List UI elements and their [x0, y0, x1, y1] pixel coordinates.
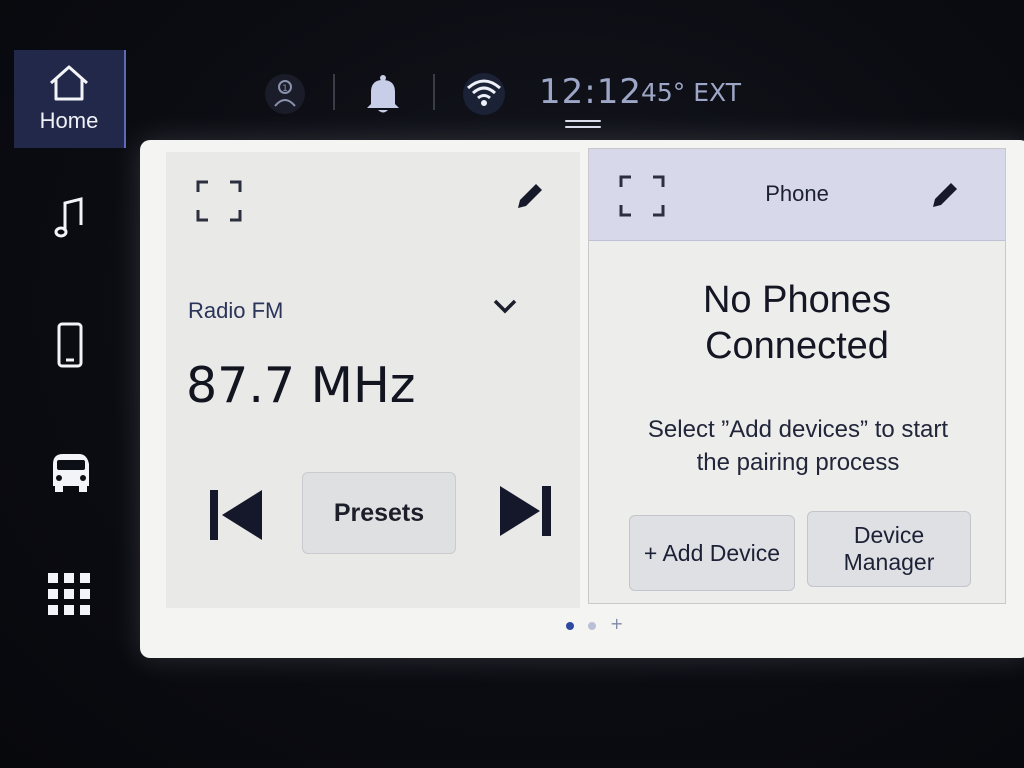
sidebar-item-home[interactable]: Home	[14, 50, 126, 148]
app-grid-icon	[48, 573, 90, 615]
sidebar-item-media[interactable]	[14, 170, 126, 268]
pairing-hint: Select ”Add devices” to start the pairin…	[603, 413, 993, 479]
pulldown-handle[interactable]	[565, 120, 601, 132]
radio-source-label[interactable]: Radio FM	[188, 298, 283, 324]
no-phones-line2: Connected	[705, 325, 889, 367]
presets-button[interactable]: Presets	[302, 472, 456, 554]
radio-frequency: 87.7 MHz	[186, 357, 416, 414]
device-manager-button-label: Device Manager	[844, 522, 935, 576]
no-phones-line1: No Phones	[702, 279, 891, 321]
device-manager-line1: Device	[853, 522, 925, 548]
sidebar-item-apps[interactable]	[14, 546, 126, 644]
pairing-hint-line2: the pairing process	[696, 449, 900, 476]
add-device-button-label: + Add Device	[643, 539, 781, 566]
edit-pencil-icon[interactable]	[514, 180, 546, 212]
notification-bell-icon[interactable]	[365, 74, 401, 114]
seek-back-icon[interactable]	[208, 488, 264, 542]
status-bar: 1 12:12 45° EXT	[255, 60, 795, 130]
phone-widget-header: Phone	[589, 149, 1005, 241]
sidebar-item-phone[interactable]	[14, 296, 126, 394]
wifi-hotspot-icon[interactable]	[459, 72, 509, 116]
page-indicator[interactable]: +	[564, 614, 624, 633]
expand-icon[interactable]	[196, 180, 242, 222]
no-phones-message: No Phones Connected	[589, 277, 1005, 369]
svg-text:1: 1	[282, 84, 288, 94]
clock: 12:12	[539, 72, 642, 112]
home-icon	[50, 65, 88, 101]
seek-forward-icon[interactable]	[498, 484, 554, 538]
add-device-button[interactable]: + Add Device	[629, 515, 795, 591]
device-manager-line2: Manager	[843, 549, 935, 575]
home-widgets-card: Radio FM 87.7 MHz Presets Phone No Phone…	[140, 140, 1024, 658]
page-dot[interactable]	[588, 622, 596, 630]
page-dot-active[interactable]	[566, 622, 574, 630]
music-note-icon	[54, 197, 83, 238]
presets-button-label: Presets	[333, 498, 425, 527]
driver-profile-icon[interactable]: 1	[263, 72, 307, 116]
status-divider	[333, 74, 335, 110]
pairing-hint-line1: Select ”Add devices” to start	[647, 416, 949, 443]
device-manager-button[interactable]: Device Manager	[807, 511, 971, 587]
infotainment-screen: Home 1 12:12 45° EXT Radio FM 87.7 MHz P…	[0, 0, 1024, 768]
add-page-icon[interactable]: +	[610, 614, 623, 633]
chevron-down-icon[interactable]	[492, 296, 518, 316]
vehicle-icon	[53, 454, 89, 492]
sidebar-item-label: Home	[39, 108, 99, 133]
sidebar-item-vehicle[interactable]	[14, 422, 126, 520]
outside-temperature: 45° EXT	[641, 78, 742, 107]
phone-icon	[57, 322, 83, 368]
status-divider	[433, 74, 435, 110]
sidebar: Home	[14, 50, 126, 650]
edit-pencil-icon[interactable]	[929, 179, 961, 211]
radio-widget[interactable]: Radio FM 87.7 MHz Presets	[166, 152, 580, 608]
phone-widget[interactable]: Phone No Phones Connected Select ”Add de…	[588, 148, 1006, 604]
